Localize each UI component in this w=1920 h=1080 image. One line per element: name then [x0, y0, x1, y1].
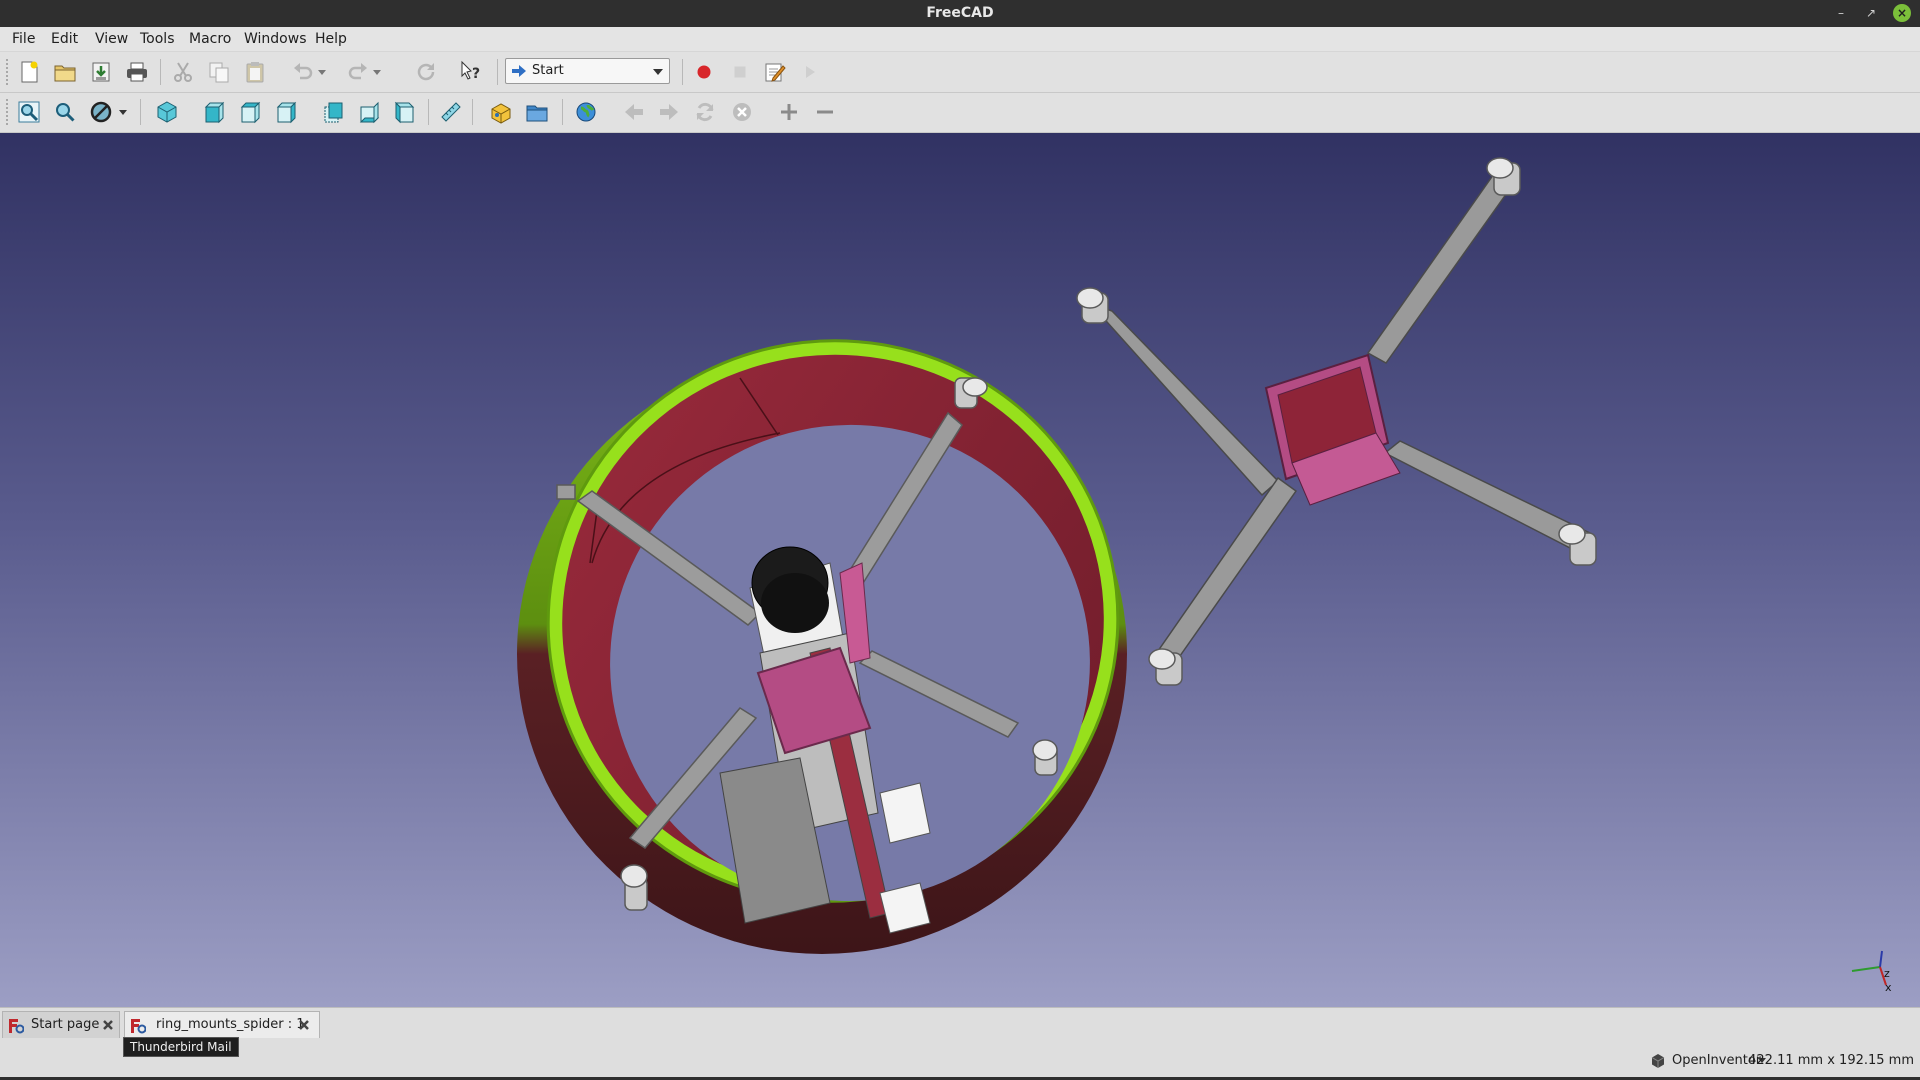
stop-macro-icon[interactable] — [725, 57, 755, 87]
axis-label-x: x — [1885, 981, 1892, 994]
toolbar-separator — [428, 99, 429, 125]
menu-bar: File Edit View Tools Macro Windows Help — [0, 27, 1920, 51]
tab-start-page[interactable]: Start page — [2, 1011, 120, 1038]
zoom-out-icon[interactable] — [810, 97, 840, 127]
menu-edit[interactable]: Edit — [51, 27, 78, 51]
top-view-icon[interactable] — [235, 97, 265, 127]
zoom-in-icon[interactable] — [774, 97, 804, 127]
tab-label: Start page — [31, 1017, 100, 1032]
refresh-icon[interactable] — [411, 57, 441, 87]
workbench-selected-label: Start — [532, 63, 564, 78]
svg-text:?: ? — [472, 66, 480, 82]
tooltip: Thunderbird Mail — [123, 1037, 239, 1057]
spider-part[interactable] — [1076, 157, 1597, 686]
workbench-arrow-icon — [512, 65, 526, 77]
menu-windows[interactable]: Windows — [244, 27, 307, 51]
toolbar-separator — [472, 99, 473, 125]
axis-label-z: z — [1884, 967, 1890, 980]
chevron-down-icon — [653, 69, 663, 75]
undo-dropdown-icon[interactable] — [316, 57, 328, 87]
title-bar: FreeCAD – ↗ × — [0, 0, 1920, 27]
toolbar-grip[interactable] — [6, 59, 11, 85]
web-icon[interactable] — [571, 97, 601, 127]
group-icon[interactable] — [522, 97, 552, 127]
web-refresh-icon[interactable] — [690, 97, 720, 127]
view-toolbar — [0, 93, 1920, 133]
window-title: FreeCAD — [926, 5, 994, 21]
document-tab-bar: Start page ring_mounts_spider : 1 — [0, 1007, 1920, 1040]
toolbar-separator — [562, 99, 563, 125]
close-tab-icon[interactable] — [297, 1018, 311, 1032]
record-macro-icon[interactable] — [689, 57, 719, 87]
freecad-icon — [9, 1019, 24, 1034]
measure-distance-icon[interactable] — [436, 97, 466, 127]
undo-icon[interactable] — [288, 57, 318, 87]
cut-icon[interactable] — [168, 57, 198, 87]
ring-assembly[interactable] — [496, 288, 1170, 954]
menu-help[interactable]: Help — [315, 27, 347, 51]
freecad-window: FreeCAD – ↗ × File Edit View Tools Macro… — [0, 0, 1920, 1080]
isometric-view-icon[interactable] — [152, 97, 182, 127]
save-icon[interactable] — [86, 57, 116, 87]
axis-cross: z x — [1851, 950, 1892, 994]
minimize-icon[interactable]: – — [1832, 4, 1850, 22]
toolbar-separator — [160, 59, 161, 85]
fit-selection-icon[interactable] — [50, 97, 80, 127]
copy-icon[interactable] — [204, 57, 234, 87]
front-view-icon[interactable] — [199, 97, 229, 127]
redo-icon[interactable] — [343, 57, 373, 87]
draw-style-dropdown-icon[interactable] — [116, 97, 130, 127]
bottom-view-icon[interactable] — [354, 97, 384, 127]
cube-icon — [1651, 1054, 1665, 1068]
menu-view[interactable]: View — [95, 27, 128, 51]
workbench-selector[interactable]: Start — [505, 58, 670, 84]
toolbar-separator — [682, 59, 683, 85]
status-bar: OpenInventor 422.11 mm x 192.15 mm — [0, 1040, 1920, 1080]
redo-dropdown-icon[interactable] — [371, 57, 383, 87]
left-view-icon[interactable] — [390, 97, 420, 127]
main-toolbar: ? Start — [0, 52, 1920, 93]
part-icon[interactable] — [486, 97, 516, 127]
right-view-icon[interactable] — [271, 97, 301, 127]
web-stop-icon[interactable] — [727, 97, 757, 127]
close-tab-icon[interactable] — [101, 1018, 115, 1032]
new-document-icon[interactable] — [14, 57, 44, 87]
whats-this-icon[interactable]: ? — [456, 57, 486, 87]
3d-viewport[interactable]: z x — [0, 133, 1920, 1007]
menu-tools[interactable]: Tools — [140, 27, 175, 51]
paste-icon[interactable] — [240, 57, 270, 87]
open-icon[interactable] — [50, 57, 80, 87]
menu-macro[interactable]: Macro — [189, 27, 231, 51]
toolbar-separator — [140, 99, 141, 125]
spider-hub — [1264, 353, 1401, 506]
rear-view-icon[interactable] — [318, 97, 348, 127]
forward-icon[interactable] — [654, 97, 684, 127]
menu-file[interactable]: File — [12, 27, 35, 51]
print-icon[interactable] — [122, 57, 152, 87]
maximize-icon[interactable]: ↗ — [1862, 4, 1880, 22]
freecad-icon — [131, 1019, 146, 1034]
tab-ring-mounts-spider[interactable]: ring_mounts_spider : 1 — [124, 1011, 320, 1038]
execute-macro-icon[interactable] — [795, 57, 825, 87]
edit-macro-icon[interactable] — [760, 57, 790, 87]
close-window-icon[interactable]: × — [1893, 4, 1911, 22]
fit-all-icon[interactable] — [14, 97, 44, 127]
dimensions-readout: 422.11 mm x 192.15 mm — [1748, 1053, 1914, 1068]
tab-label: ring_mounts_spider : 1 — [156, 1017, 305, 1032]
draw-style-icon[interactable] — [86, 97, 116, 127]
back-icon[interactable] — [619, 97, 649, 127]
toolbar-separator — [497, 59, 498, 85]
toolbar-grip[interactable] — [6, 99, 11, 125]
3d-scene[interactable]: z x — [0, 133, 1920, 1007]
